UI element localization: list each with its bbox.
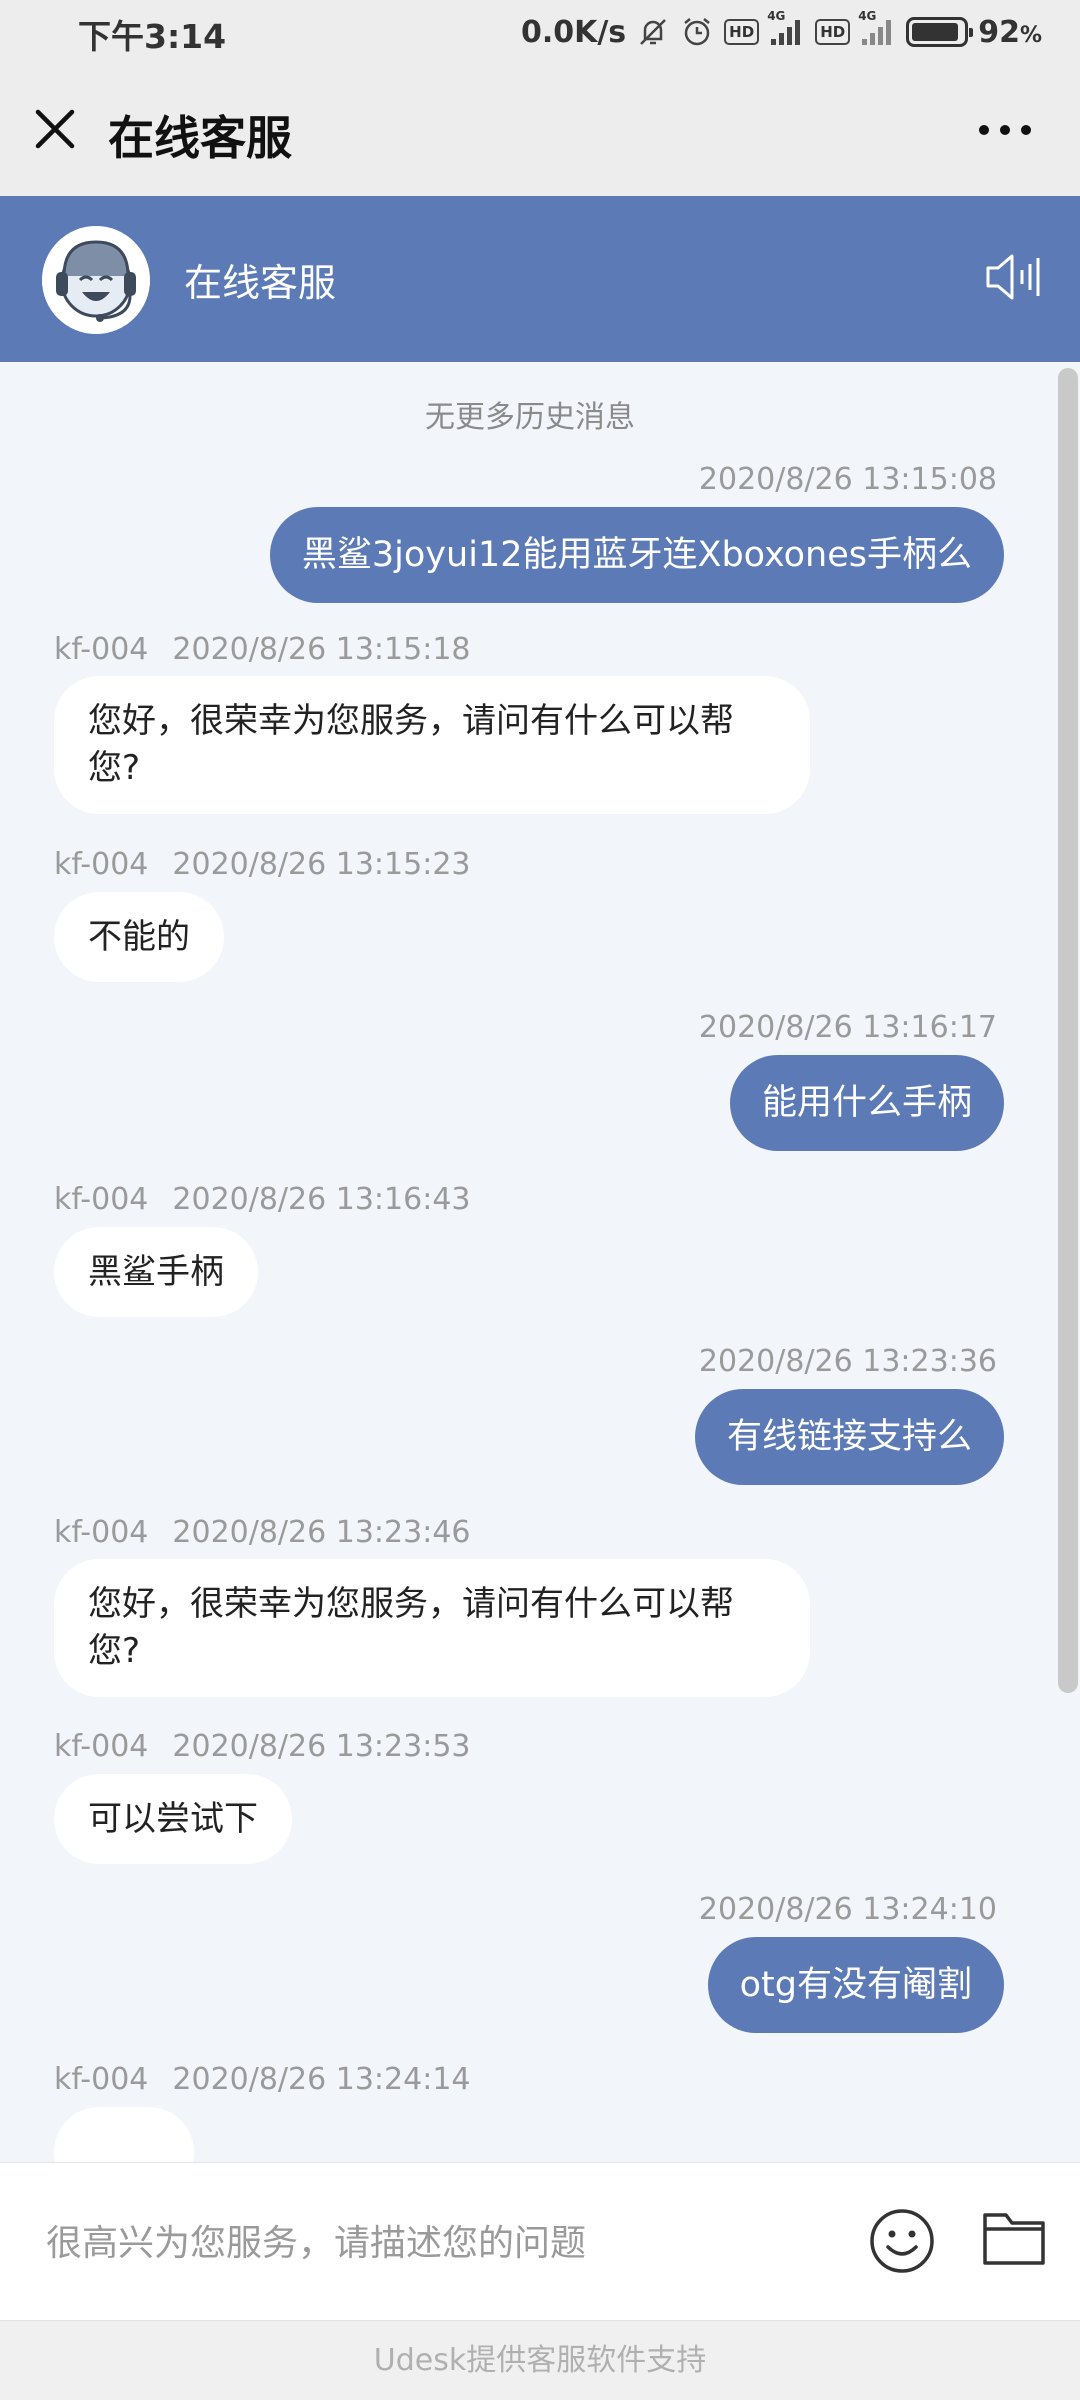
incoming-message[interactable]: 可以尝试下 (54, 1774, 292, 1864)
message-meta: kf-004 2020/8/26 13:15:18 (54, 632, 471, 667)
battery-icon (906, 17, 974, 47)
battery-fill (912, 23, 959, 41)
agent-id: kf-004 (54, 2062, 149, 2097)
speaker-button[interactable] (982, 246, 1044, 308)
message-timestamp: 2020/8/26 13:15:08 (698, 462, 997, 497)
status-bar: 下午3:14 0.0K/s HD 4G HD 4G 92% (0, 0, 1080, 66)
message-meta: kf-004 2020/8/26 13:23:53 (54, 1729, 471, 1764)
footer-credit: Udesk提供客服软件支持 (0, 2320, 1080, 2400)
file-button[interactable] (982, 2209, 1046, 2267)
app-bar: 在线客服 (0, 66, 1080, 196)
message-timestamp: 2020/8/26 13:15:18 (172, 632, 471, 667)
outgoing-message[interactable]: 有线链接支持么 (694, 1389, 1004, 1485)
message-timestamp: 2020/8/26 13:23:46 (172, 1515, 471, 1550)
outgoing-message[interactable]: otg有没有阉割 (707, 1937, 1004, 2033)
agent-name: 在线客服 (184, 261, 337, 305)
incoming-message[interactable] (54, 2107, 194, 2162)
signal-icon-2: 4G (858, 9, 896, 47)
page-title: 在线客服 (108, 111, 292, 165)
message-timestamp: 2020/8/26 13:23:36 (698, 1344, 997, 1379)
more-icon (979, 125, 1031, 135)
agent-id: kf-004 (54, 847, 149, 882)
signal-icon: 4G (767, 9, 805, 47)
close-icon (35, 109, 75, 149)
message-meta: kf-004 2020/8/26 13:15:23 (54, 847, 471, 882)
message-timestamp: 2020/8/26 13:16:17 (698, 1010, 997, 1045)
hd-badge-2: HD (815, 19, 851, 45)
agent-id: kf-004 (54, 1182, 149, 1217)
mute-bell-icon (636, 15, 670, 49)
incoming-message[interactable]: 黑鲨手柄 (54, 1227, 258, 1317)
alarm-icon (680, 15, 714, 49)
message-timestamp: 2020/8/26 13:24:10 (698, 1892, 997, 1927)
agent-id: kf-004 (54, 1729, 149, 1764)
battery-percent: 92% (978, 14, 1042, 50)
message-meta: kf-004 2020/8/26 13:23:46 (54, 1515, 471, 1550)
speaker-icon (986, 254, 1040, 300)
incoming-message[interactable]: 不能的 (54, 892, 224, 982)
message-timestamp: 2020/8/26 13:23:53 (172, 1729, 471, 1764)
chat-header: 在线客服 (0, 196, 1080, 362)
message-timestamp: 2020/8/26 13:16:43 (172, 1182, 471, 1217)
hd-badge: HD (724, 19, 760, 45)
status-indicators: 0.0K/s HD 4G HD 4G 92% (520, 9, 1042, 54)
no-more-history: 无更多历史消息 (425, 400, 635, 435)
more-button[interactable] (970, 110, 1040, 150)
status-time: 下午3:14 (78, 17, 227, 56)
message-timestamp: 2020/8/26 13:15:23 (172, 847, 471, 882)
incoming-message[interactable]: 您好，很荣幸为您服务，请问有什么可以帮您? (54, 676, 810, 814)
emoji-button[interactable] (868, 2207, 936, 2275)
net-type: 4G (767, 9, 786, 23)
scrollbar[interactable] (1058, 368, 1078, 1693)
close-button[interactable] (30, 104, 80, 154)
outgoing-message[interactable]: 能用什么手柄 (729, 1055, 1004, 1151)
chat-messages[interactable]: 无更多历史消息 2020/8/26 13:15:08 黑鲨3joyui12能用蓝… (0, 362, 1080, 2162)
message-timestamp: 2020/8/26 13:24:14 (172, 2062, 471, 2097)
emoji-icon (870, 2209, 934, 2273)
incoming-message[interactable]: 您好，很荣幸为您服务，请问有什么可以帮您? (54, 1559, 810, 1697)
outgoing-message[interactable]: 黑鲨3joyui12能用蓝牙连Xboxones手柄么 (269, 507, 1004, 603)
message-meta: kf-004 2020/8/26 13:24:14 (54, 2062, 471, 2097)
agent-avatar (42, 226, 150, 334)
agent-id: kf-004 (54, 632, 149, 667)
agent-id: kf-004 (54, 1515, 149, 1550)
input-bar (0, 2162, 1080, 2320)
net-type-2: 4G (858, 9, 877, 23)
folder-icon (983, 2213, 1045, 2265)
message-input[interactable] (46, 2203, 846, 2283)
message-meta: kf-004 2020/8/26 13:16:43 (54, 1182, 471, 1217)
net-speed: 0.0K/s (520, 14, 627, 50)
